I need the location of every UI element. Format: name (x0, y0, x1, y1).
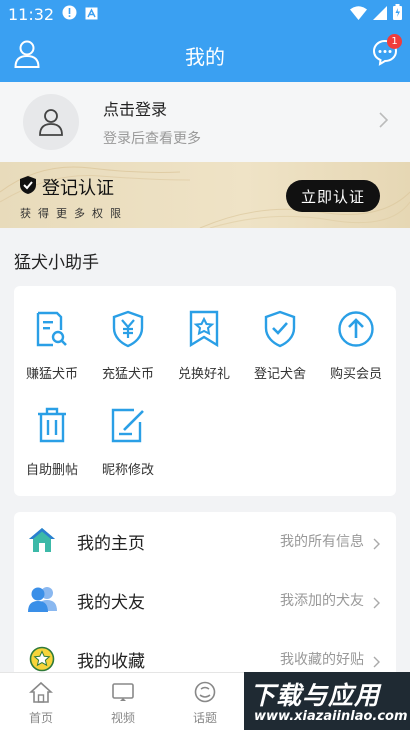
helper-item-label: 充猛犬币 (101, 367, 154, 382)
menu-list: 我的主页 我的所有信息 我的犬友 我添加的犬友 我的收藏 我收藏的好贴 (14, 512, 396, 682)
tab-topic[interactable]: 话题 (175, 681, 235, 726)
avatar[interactable] (23, 94, 79, 150)
helper-item-earn-coins[interactable]: 赚猛犬币 (14, 308, 90, 382)
login-row[interactable]: 点击登录 登录后查看更多 (0, 82, 410, 162)
helper-item-edit-nickname[interactable]: 昵称修改 (90, 404, 166, 478)
menu-item-title: 我的收藏 (77, 651, 145, 672)
helper-item-recharge-coins[interactable]: 充猛犬币 (90, 308, 166, 382)
tab-label: 视频 (110, 711, 135, 725)
notification-badge: 1 (387, 34, 402, 49)
menu-item-desc: 我添加的犬友 (280, 593, 364, 609)
video-tab-icon (111, 683, 135, 707)
helper-item-label: 自助删帖 (25, 463, 78, 478)
helper-item-register-kennel[interactable]: 登记犬舍 (242, 308, 318, 382)
verify-banner: 登记认证 获得更多权限 立即认证 (0, 162, 410, 228)
menu-item-title: 我的犬友 (77, 592, 145, 613)
helper-item-label: 登记犬舍 (253, 367, 306, 382)
helper-grid: 赚猛犬币 充猛犬币 兑换好礼 登记犬舍 购买会员 自助删帖 昵称修改 (14, 286, 396, 496)
menu-item-desc: 我收藏的好贴 (280, 652, 364, 668)
watermark-main-text: 下载与应用 (250, 681, 381, 710)
star-bookmark-icon (166, 308, 242, 350)
helper-section-title: 猛犬小助手 (14, 253, 99, 273)
check-shield-icon (242, 308, 318, 350)
menu-item-desc: 我的所有信息 (280, 534, 364, 550)
home-tab-icon (28, 681, 54, 707)
app-notification-icon (85, 5, 98, 24)
document-search-icon (14, 308, 90, 350)
login-title[interactable]: 点击登录 (103, 96, 201, 120)
helper-item-buy-membership[interactable]: 购买会员 (318, 308, 394, 382)
watermark-url: www.xiazaiinlao.com (254, 709, 408, 724)
tab-home[interactable]: 首页 (11, 681, 71, 726)
helper-item-delete-posts[interactable]: 自助删帖 (14, 404, 90, 478)
user-profile-icon[interactable] (14, 40, 40, 72)
trash-icon (14, 404, 90, 446)
menu-item-friends[interactable]: 我的犬友 我添加的犬友 (14, 571, 396, 629)
chevron-right-icon (373, 535, 380, 554)
friends-icon (28, 586, 58, 616)
chevron-right-icon (373, 653, 380, 672)
check-shield-icon (20, 175, 36, 199)
menu-item-homepage[interactable]: 我的主页 我的所有信息 (14, 512, 396, 570)
chevron-right-icon (373, 594, 380, 613)
verify-subtitle: 获得更多权限 (20, 207, 128, 220)
verify-now-button[interactable]: 立即认证 (286, 180, 380, 212)
verify-title: 登记认证 (42, 178, 114, 199)
message-icon[interactable]: 1 (372, 34, 402, 70)
status-time: 11:32 (8, 4, 55, 24)
menu-item-title: 我的主页 (77, 533, 145, 554)
helper-item-label: 赚猛犬币 (25, 367, 78, 382)
arrow-up-circle-icon (318, 308, 394, 350)
status-bar: 11:32 (0, 0, 410, 28)
helper-item-label: 昵称修改 (101, 463, 154, 478)
helper-item-redeem-gifts[interactable]: 兑换好礼 (166, 308, 242, 382)
watermark-logo: 下载与应用 www.xiazaiinlao.com (244, 672, 410, 730)
tab-video[interactable]: 视频 (93, 681, 153, 726)
signal-icon (373, 5, 387, 24)
login-subtitle: 登录后查看更多 (103, 131, 201, 147)
app-bar: 我的 1 (0, 28, 410, 82)
topic-tab-icon (193, 681, 217, 707)
battery-icon (393, 4, 402, 24)
tab-label: 话题 (192, 711, 217, 725)
page-title: 我的 (185, 44, 225, 69)
helper-item-label: 兑换好礼 (177, 367, 230, 382)
home-icon (28, 527, 56, 557)
yuan-shield-icon (90, 308, 166, 350)
alert-icon (62, 5, 77, 24)
chevron-right-icon (379, 112, 389, 132)
helper-item-label: 购买会员 (329, 367, 382, 382)
tab-label: 首页 (28, 711, 53, 725)
edit-icon (90, 404, 166, 446)
wifi-icon (350, 5, 367, 24)
